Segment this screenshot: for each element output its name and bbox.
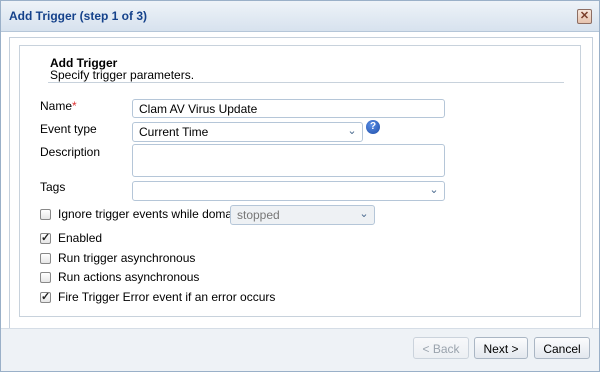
- panel-subtitle: Specify trigger parameters.: [50, 68, 195, 82]
- enabled-checkbox[interactable]: ✓: [40, 232, 51, 244]
- fire-error-checkbox[interactable]: ✓: [40, 291, 51, 303]
- tags-select[interactable]: ⌄: [132, 181, 445, 201]
- help-icon[interactable]: ?: [366, 120, 380, 134]
- back-button[interactable]: < Back: [413, 337, 469, 359]
- required-mark: *: [72, 99, 77, 113]
- run-trigger-async-checkbox[interactable]: [40, 253, 51, 264]
- chevron-down-icon[interactable]: ⌄: [428, 184, 440, 196]
- dialog-titlebar: Add Trigger (step 1 of 3) ✕: [1, 1, 599, 32]
- ignore-events-label: Ignore trigger events while domain is: [58, 207, 254, 221]
- chevron-down-icon[interactable]: ⌄: [358, 208, 370, 220]
- fire-error-label: Fire Trigger Error event if an error occ…: [58, 290, 276, 304]
- name-label-text: Name: [40, 99, 73, 113]
- header-divider: [48, 82, 564, 83]
- event-type-value: Current Time: [139, 125, 209, 139]
- chevron-down-icon[interactable]: ⌄: [346, 125, 358, 137]
- check-icon: ✓: [41, 232, 51, 244]
- description-textarea[interactable]: [132, 144, 445, 177]
- domain-state-value: stopped: [237, 208, 280, 222]
- check-icon: ✓: [41, 291, 51, 303]
- run-trigger-async-label: Run trigger asynchronous: [58, 251, 196, 265]
- description-label: Description: [40, 145, 101, 159]
- dialog-footer: < Back Next > Cancel: [1, 328, 599, 371]
- domain-state-select[interactable]: stopped ⌄: [230, 205, 375, 225]
- name-label: Name*: [40, 99, 77, 113]
- tags-label: Tags: [40, 180, 66, 194]
- event-type-select[interactable]: Current Time ⌄: [132, 122, 363, 142]
- close-icon[interactable]: ✕: [577, 9, 592, 24]
- event-type-label: Event type: [40, 122, 97, 136]
- form-panel: Add Trigger Specify trigger parameters. …: [19, 45, 581, 317]
- add-trigger-dialog: Add Trigger (step 1 of 3) ✕ Add Trigger …: [0, 0, 600, 372]
- cancel-button[interactable]: Cancel: [534, 337, 590, 359]
- run-actions-async-checkbox[interactable]: [40, 272, 51, 283]
- dialog-title: Add Trigger (step 1 of 3): [9, 9, 148, 23]
- next-button[interactable]: Next >: [474, 337, 528, 359]
- run-actions-async-label: Run actions asynchronous: [58, 270, 200, 284]
- ignore-events-checkbox[interactable]: [40, 209, 51, 220]
- name-input[interactable]: Clam AV Virus Update: [132, 99, 445, 118]
- enabled-label: Enabled: [58, 231, 103, 245]
